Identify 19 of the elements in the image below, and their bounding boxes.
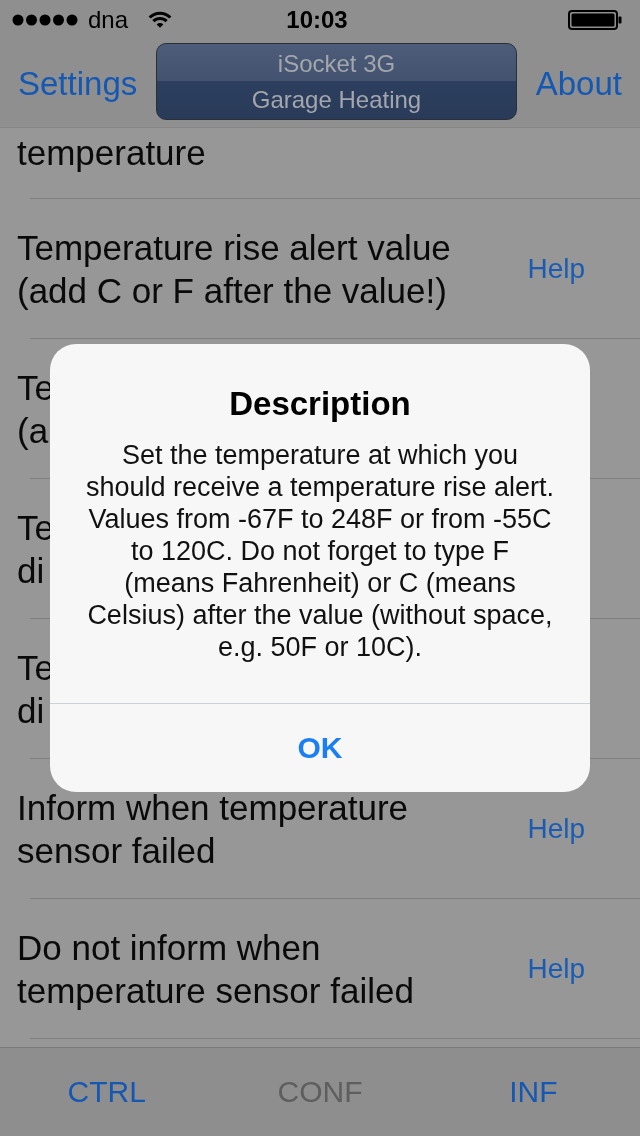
settings-button[interactable]: Settings [18,63,138,104]
wifi-icon [148,11,173,29]
tab-item[interactable]: CTRL [67,1074,146,1110]
help-link[interactable]: Help [527,812,585,846]
setting-label: Do not inform when temperature sensor failed [17,927,414,1012]
help-link[interactable]: Help [527,952,585,986]
battery-icon [568,10,622,30]
alert-message: Set the temperature at which you should receive a temperature rise alert. Values from -67F to 248F or from -55C to 120C. Do not forget to type F (means Fahrenheit) or C (means Celsius) after the value (without space, e.g. 50F or 10C). [84,439,556,663]
setting-label: Temperature rise alert value (add C or F after the value!) [17,227,451,312]
setting-label: temperature [17,132,206,174]
about-button[interactable]: About [535,63,622,104]
status-time: 10:03 [286,6,348,34]
ok-button[interactable]: OK [50,703,590,792]
alert-title: Description [229,384,411,424]
signal-dots-icon [12,14,78,26]
carrier-name: dna [88,6,129,34]
tab-item[interactable]: INF [509,1074,558,1110]
title-button[interactable]: iSocket 3G Garage Heating [156,43,517,120]
help-link[interactable]: Help [527,252,585,286]
